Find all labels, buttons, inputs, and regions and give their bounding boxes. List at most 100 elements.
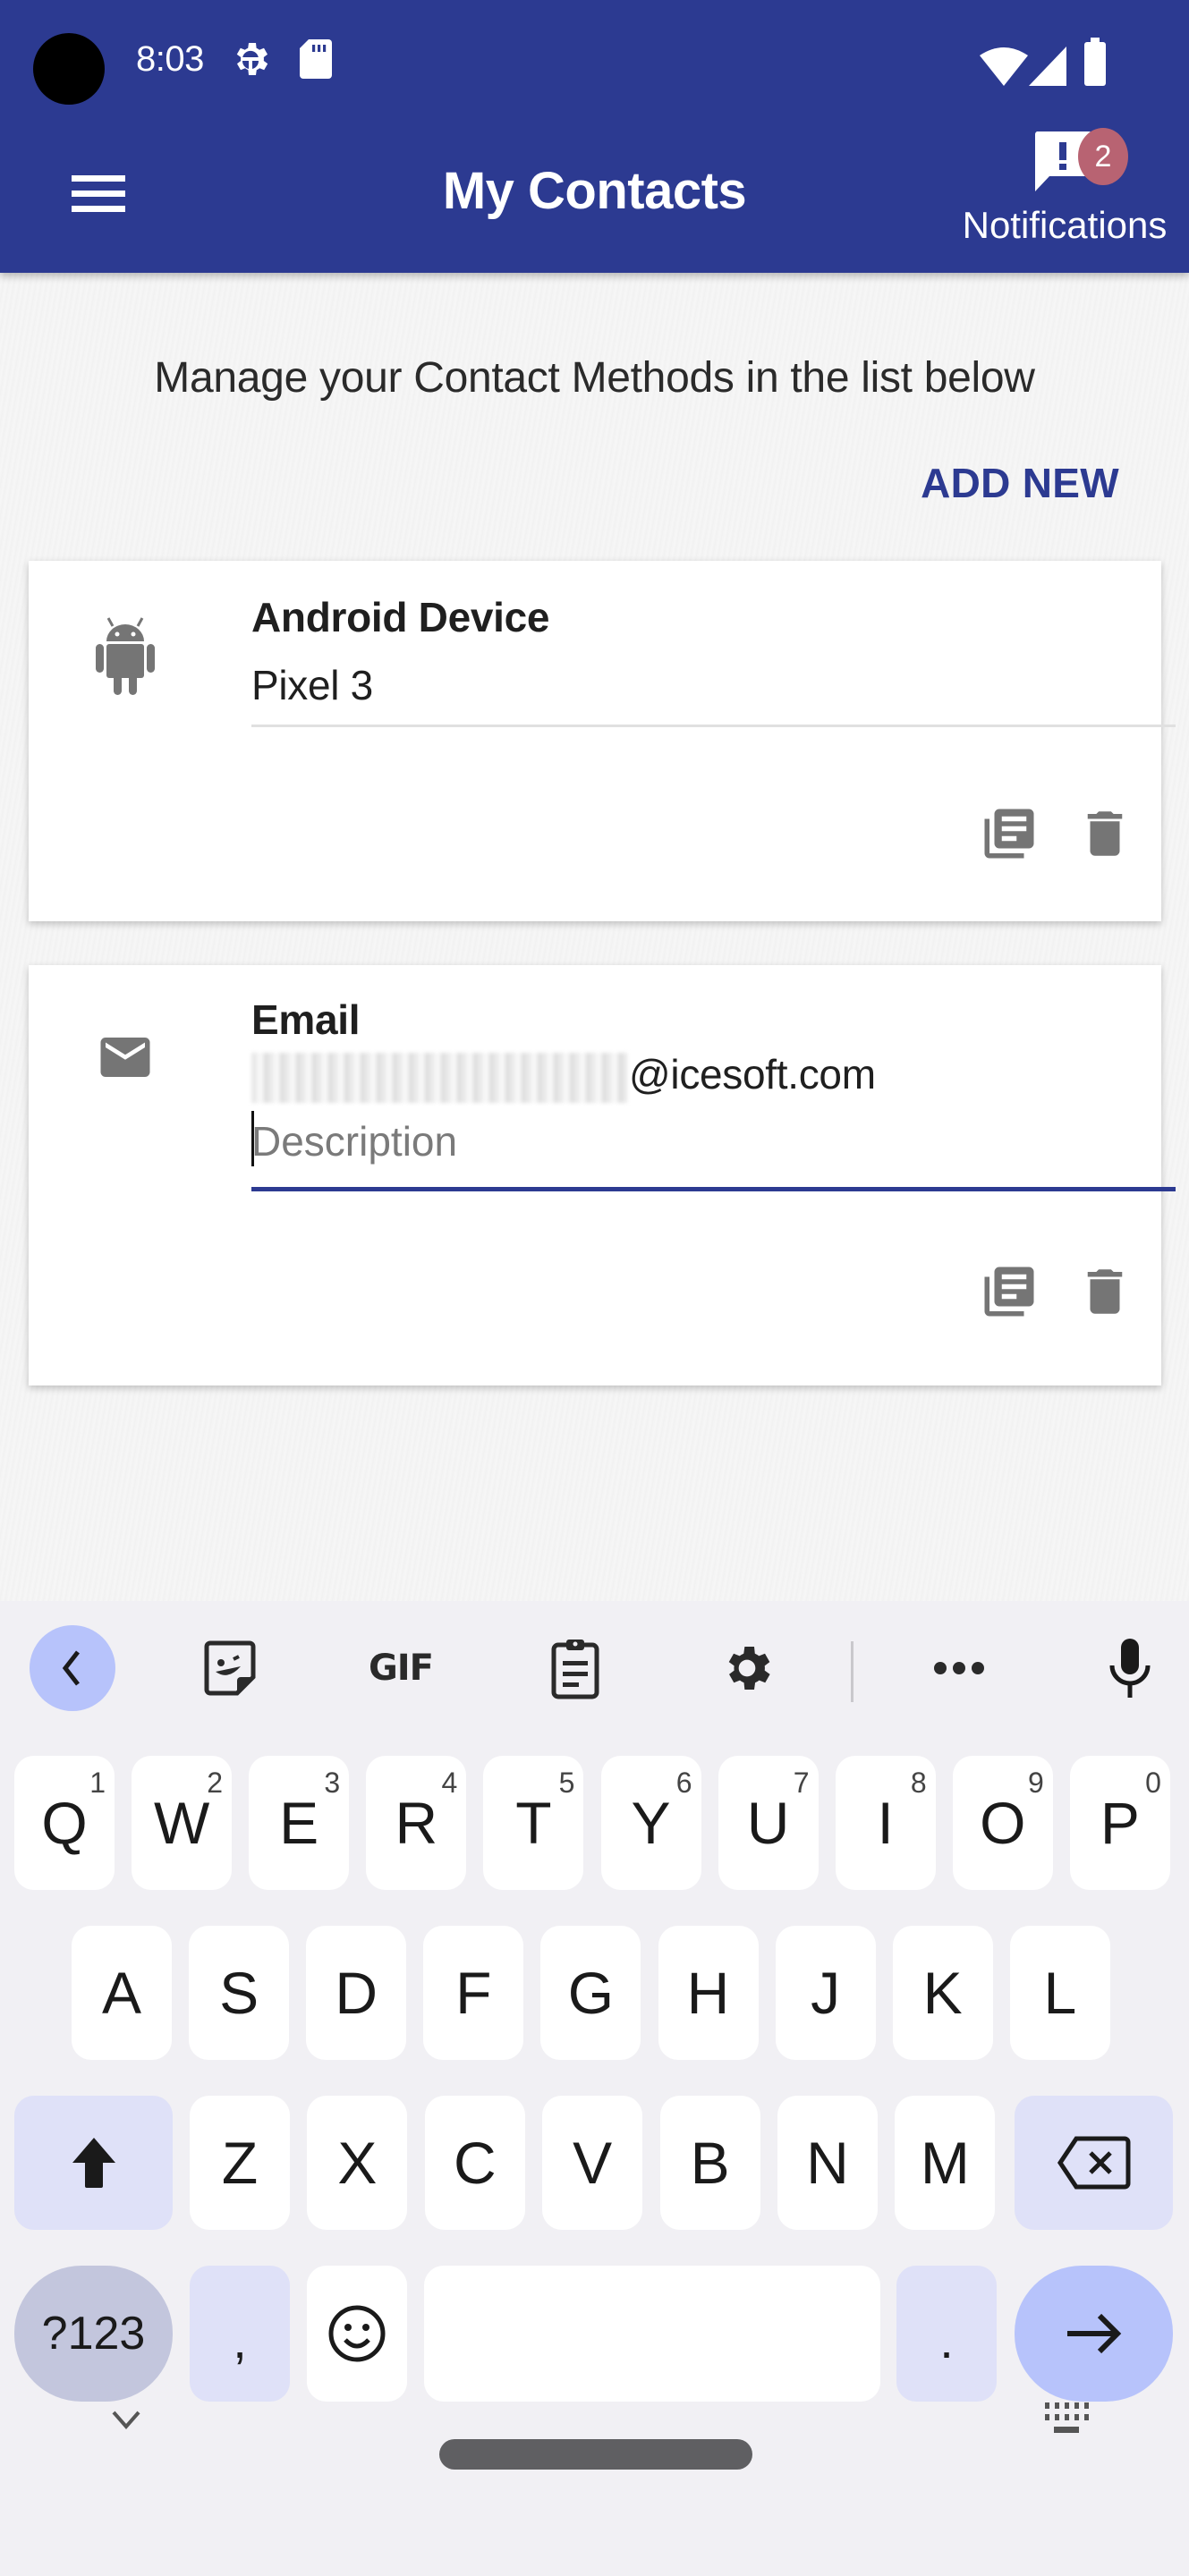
- key-number-hint: 6: [675, 1767, 692, 1799]
- backspace-key[interactable]: [1015, 2096, 1173, 2230]
- symbols-key[interactable]: ?123: [14, 2266, 173, 2402]
- email-domain: @icesoft.com: [629, 1051, 876, 1097]
- contact-value-field[interactable]: @icesoft.com: [251, 1050, 876, 1103]
- arrow-right-icon: [1066, 2313, 1121, 2354]
- delete-icon[interactable]: [1075, 1262, 1134, 1326]
- contact-card-email: Email @icesoft.com: [29, 965, 1176, 1385]
- notifications-label: Notifications: [962, 204, 1168, 246]
- field-underline-focused: [251, 1187, 1176, 1191]
- key-o[interactable]: O9: [952, 1756, 1053, 1890]
- key-b[interactable]: B: [659, 2096, 760, 2230]
- keyboard-bottom-bar: [0, 2402, 1189, 2576]
- more-icon[interactable]: [916, 1625, 1002, 1711]
- key-e[interactable]: E3: [249, 1756, 350, 1890]
- key-q[interactable]: Q1: [14, 1756, 115, 1890]
- redacted-email-prefix: [251, 1052, 627, 1103]
- key-j[interactable]: J: [775, 1926, 876, 2060]
- collapse-keyboard-icon[interactable]: [108, 2407, 144, 2438]
- key-w[interactable]: W2: [132, 1756, 233, 1890]
- wifi-icon: [980, 47, 1028, 90]
- key-d[interactable]: D: [306, 1926, 407, 2060]
- key-i[interactable]: I8: [835, 1756, 936, 1890]
- gesture-nav-handle[interactable]: [439, 2439, 752, 2470]
- key-label: P: [1100, 1790, 1140, 1856]
- notification-count-badge: 2: [1078, 128, 1128, 185]
- camera-cutout: [33, 33, 105, 105]
- key-number-hint: 8: [910, 1767, 927, 1799]
- key-y[interactable]: Y6: [600, 1756, 701, 1890]
- key-z[interactable]: Z: [190, 2096, 290, 2230]
- back-icon[interactable]: [30, 1625, 115, 1711]
- description-input[interactable]: [251, 1110, 1176, 1173]
- settings-gear-icon: [229, 38, 272, 85]
- on-screen-keyboard: GIF Q1W2E3R4T5Y6U7I8O9P0 ASDFGHJKL ZXCVB…: [0, 1601, 1189, 2576]
- period-key[interactable]: .: [896, 2266, 997, 2402]
- key-label: T: [515, 1790, 552, 1856]
- delete-icon[interactable]: [1075, 804, 1134, 868]
- keyboard-toolbar: GIF: [0, 1601, 1189, 1744]
- app-bar: 8:03 My Contacts Notifications 2: [0, 0, 1189, 273]
- key-x[interactable]: X: [307, 2096, 408, 2230]
- cell-signal-icon: [1029, 47, 1066, 90]
- key-label: U: [746, 1790, 790, 1856]
- key-label: Y: [631, 1790, 671, 1856]
- status-bar: 8:03: [0, 0, 1189, 116]
- microphone-icon[interactable]: [1087, 1625, 1173, 1711]
- contact-card-android: Android Device Pixel 3: [29, 561, 1176, 921]
- settings-icon[interactable]: [704, 1625, 790, 1711]
- key-number-hint: 3: [324, 1767, 341, 1799]
- gif-button[interactable]: GIF: [358, 1625, 444, 1711]
- key-t[interactable]: T5: [483, 1756, 584, 1890]
- sticker-icon[interactable]: [187, 1625, 273, 1711]
- key-label: E: [279, 1790, 319, 1856]
- clipboard-icon[interactable]: [532, 1625, 618, 1711]
- contact-type-label: Android Device: [251, 594, 550, 640]
- key-l[interactable]: L: [1009, 1926, 1110, 2060]
- android-icon: [96, 614, 155, 701]
- space-key[interactable]: [424, 2266, 880, 2402]
- add-new-button[interactable]: ADD NEW: [921, 459, 1119, 507]
- text-cursor: [251, 1111, 254, 1166]
- key-u[interactable]: U7: [718, 1756, 819, 1890]
- key-number-hint: 5: [558, 1767, 575, 1799]
- key-a[interactable]: A: [72, 1926, 172, 2060]
- comma-key[interactable]: ,: [190, 2266, 290, 2402]
- key-p[interactable]: P0: [1069, 1756, 1170, 1890]
- emoji-key[interactable]: [307, 2266, 407, 2402]
- key-g[interactable]: G: [540, 1926, 641, 2060]
- email-icon: [96, 1028, 155, 1091]
- switch-keyboard-icon[interactable]: [1043, 2401, 1090, 2441]
- key-number-hint: 7: [793, 1767, 810, 1799]
- key-number-hint: 0: [1145, 1767, 1161, 1799]
- key-k[interactable]: K: [892, 1926, 993, 2060]
- key-f[interactable]: F: [423, 1926, 524, 2060]
- key-c[interactable]: C: [424, 2096, 525, 2230]
- enter-key[interactable]: [1015, 2266, 1173, 2402]
- toolbar-divider: [851, 1641, 854, 1702]
- status-time: 8:03: [136, 39, 204, 79]
- key-number-hint: 4: [441, 1767, 458, 1799]
- key-s[interactable]: S: [189, 1926, 290, 2060]
- library-books-icon[interactable]: [980, 804, 1039, 868]
- library-books-icon[interactable]: [980, 1262, 1039, 1326]
- key-label: R: [395, 1790, 438, 1856]
- intro-text: Manage your Contact Methods in the list …: [154, 354, 1035, 402]
- battery-icon: [1084, 38, 1106, 90]
- key-r[interactable]: R4: [366, 1756, 467, 1890]
- key-label: Q: [41, 1790, 88, 1856]
- notifications-button[interactable]: Notifications: [944, 125, 1185, 259]
- key-number-hint: 1: [89, 1767, 106, 1799]
- field-underline: [251, 724, 1176, 727]
- key-label: O: [980, 1790, 1026, 1856]
- contact-value-field[interactable]: Pixel 3: [251, 661, 373, 709]
- contact-type-label: Email: [251, 996, 361, 1043]
- key-number-hint: 2: [207, 1767, 224, 1799]
- key-v[interactable]: V: [542, 2096, 643, 2230]
- shift-key[interactable]: [14, 2096, 173, 2230]
- key-n[interactable]: N: [777, 2096, 878, 2230]
- key-label: W: [153, 1790, 210, 1856]
- key-h[interactable]: H: [658, 1926, 759, 2060]
- emoji-icon: [328, 2305, 386, 2362]
- key-m[interactable]: M: [895, 2096, 996, 2230]
- key-label: I: [877, 1790, 894, 1856]
